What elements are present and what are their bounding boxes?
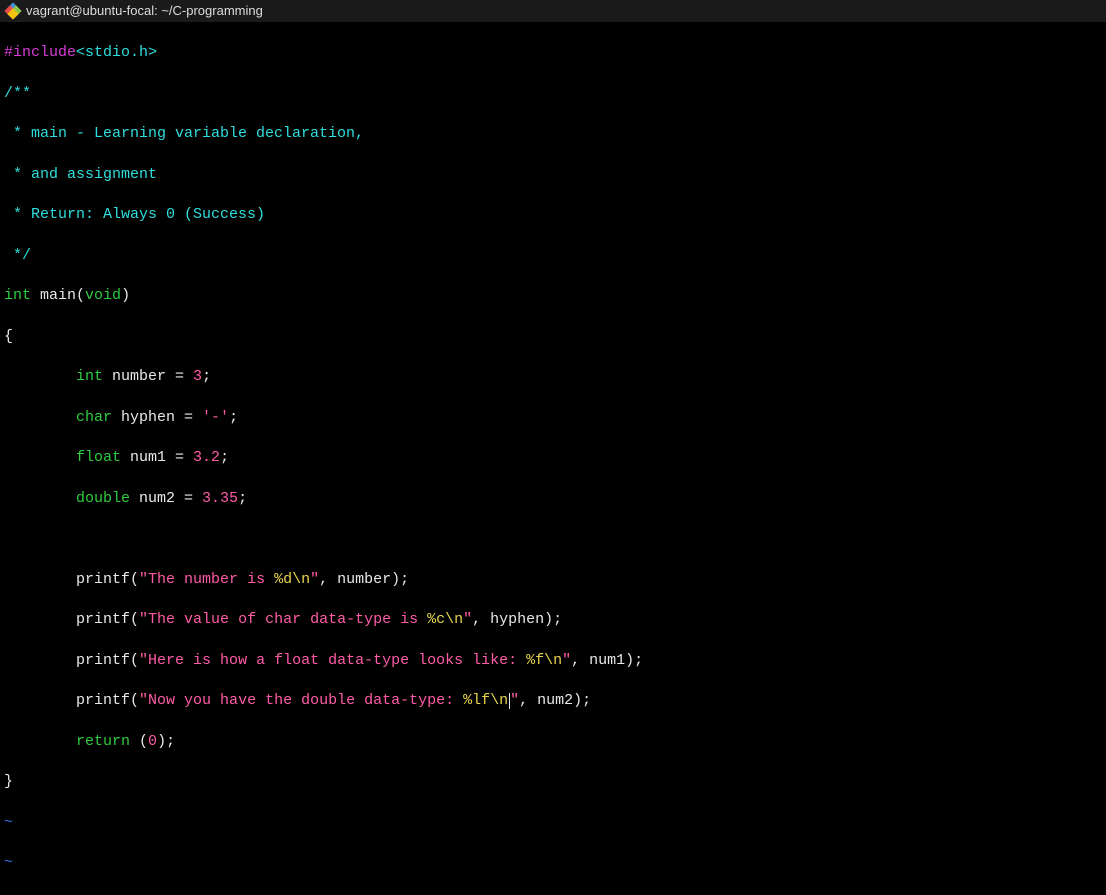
tilde-icon: ~ [4, 854, 13, 871]
literal: '-' [202, 409, 229, 426]
format-spec: %f\n [526, 652, 562, 669]
literal: 3 [193, 368, 202, 385]
kw-return: return [76, 733, 130, 750]
comment: /** [4, 85, 31, 102]
fn-call: printf [76, 571, 130, 588]
comment: * Return: Always 0 (Success) [4, 206, 265, 223]
args: , hyphen); [472, 611, 562, 628]
args: , num1); [571, 652, 643, 669]
header-name: <stdio.h> [76, 44, 157, 61]
fn-name: main [31, 287, 76, 304]
code-line: printf("The number is %d\n", number); [4, 570, 1102, 590]
fn-call: printf [76, 611, 130, 628]
comment: * and assignment [4, 166, 157, 183]
code-line: int main(void) [4, 286, 1102, 306]
literal: 3.35 [202, 490, 238, 507]
code-line: /** [4, 84, 1102, 104]
editor-content[interactable]: #include<stdio.h> /** * main - Learning … [0, 22, 1106, 895]
decl: num1 = [121, 449, 193, 466]
comment: */ [4, 247, 31, 264]
empty-line: ~ [4, 853, 1102, 873]
window-titlebar: vagrant@ubuntu-focal: ~/C-programming [0, 0, 1106, 22]
decl: hyphen = [112, 409, 202, 426]
code-line: #include<stdio.h> [4, 43, 1102, 63]
kw-double: double [76, 490, 130, 507]
paren: ( [76, 287, 85, 304]
brace: { [4, 328, 13, 345]
code-line: return (0); [4, 732, 1102, 752]
fn-call: printf [76, 692, 130, 709]
format-spec: %c\n [427, 611, 463, 628]
code-line: } [4, 772, 1102, 792]
string: " [562, 652, 571, 669]
paren: ) [121, 287, 130, 304]
kw-int: int [4, 287, 31, 304]
tilde-icon: ~ [4, 814, 13, 831]
preproc: #include [4, 44, 76, 61]
string: " [463, 611, 472, 628]
ret: ( [130, 733, 148, 750]
window-title: vagrant@ubuntu-focal: ~/C-programming [26, 2, 263, 20]
kw-float: float [76, 449, 121, 466]
decl: number = [103, 368, 193, 385]
string: " [510, 692, 519, 709]
decl: num2 = [130, 490, 202, 507]
code-line: printf("Now you have the double data-typ… [4, 691, 1102, 711]
semi: ; [229, 409, 238, 426]
literal: 3.2 [193, 449, 220, 466]
code-line: */ [4, 246, 1102, 266]
code-line: double num2 = 3.35; [4, 489, 1102, 509]
semi: ; [220, 449, 229, 466]
semi: ; [202, 368, 211, 385]
kw-char: char [76, 409, 112, 426]
string: "The number is [139, 571, 274, 588]
code-line: char hyphen = '-'; [4, 408, 1102, 428]
string: "Here is how a float data-type looks lik… [139, 652, 526, 669]
literal: 0 [148, 733, 157, 750]
format-spec: %lf\n [463, 692, 508, 709]
code-line: float num1 = 3.2; [4, 448, 1102, 468]
code-line: * main - Learning variable declaration, [4, 124, 1102, 144]
code-line: printf("The value of char data-type is %… [4, 610, 1102, 630]
code-line: printf("Here is how a float data-type lo… [4, 651, 1102, 671]
format-spec: %d\n [274, 571, 310, 588]
semi: ; [238, 490, 247, 507]
kw-int: int [76, 368, 103, 385]
string: "Now you have the double data-type: [139, 692, 463, 709]
code-line: { [4, 327, 1102, 347]
args: , number); [319, 571, 409, 588]
code-line: * Return: Always 0 (Success) [4, 205, 1102, 225]
fn-call: printf [76, 652, 130, 669]
string: " [310, 571, 319, 588]
app-icon [6, 4, 20, 18]
kw-void: void [85, 287, 121, 304]
ret-end: ); [157, 733, 175, 750]
comment: * main - Learning variable declaration, [4, 125, 364, 142]
code-line: * and assignment [4, 165, 1102, 185]
string: "The value of char data-type is [139, 611, 427, 628]
args: , num2); [519, 692, 591, 709]
code-line: int number = 3; [4, 367, 1102, 387]
empty-line: ~ [4, 813, 1102, 833]
brace: } [4, 773, 13, 790]
code-line [4, 529, 1102, 549]
